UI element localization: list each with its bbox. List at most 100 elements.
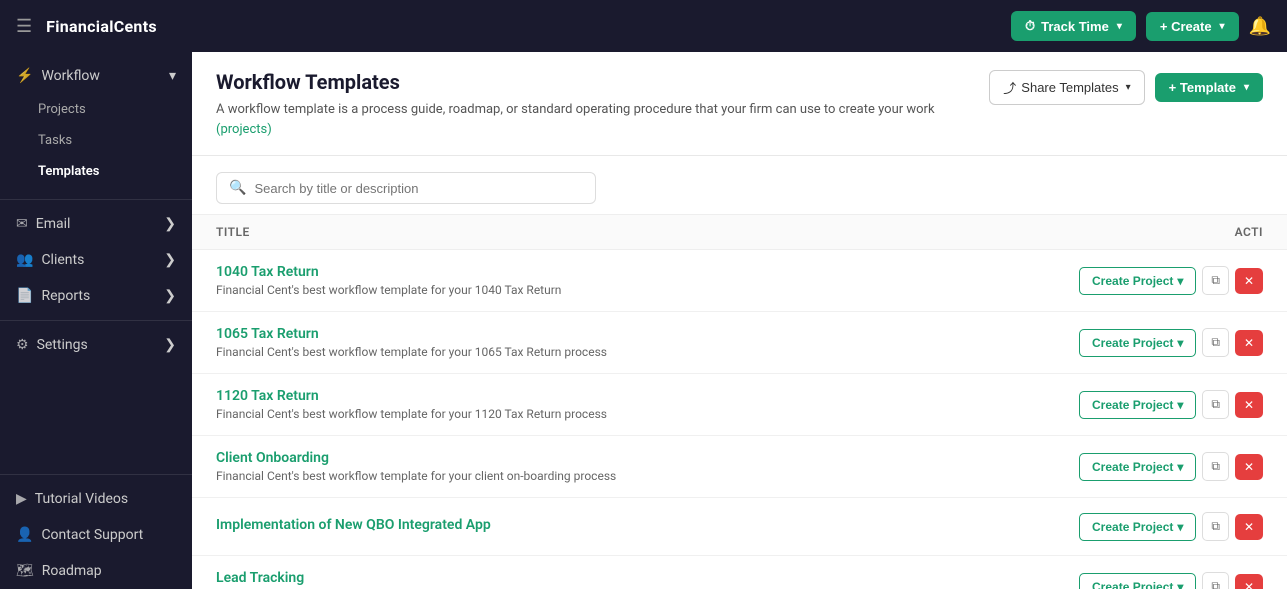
- share-chevron-icon: ▾: [1126, 82, 1131, 93]
- clock-icon: ⏱: [1025, 18, 1035, 34]
- table-header: TITLE ACTI: [192, 214, 1287, 250]
- notifications-icon[interactable]: 🔔: [1249, 16, 1271, 37]
- settings-icon: ⚙: [16, 337, 29, 353]
- sidebar-item-email[interactable]: ✉ Email ❯: [0, 206, 192, 242]
- workflow-chevron-icon: ▾: [169, 68, 176, 84]
- create-project-button-1[interactable]: Create Project ▾: [1079, 329, 1196, 357]
- copy-icon-1: ⧉: [1211, 335, 1220, 350]
- col-actions-label: ACTI: [1043, 225, 1263, 239]
- share-icon: ⤴: [1003, 78, 1016, 97]
- create-project-chevron-icon-0: ▾: [1177, 274, 1183, 288]
- template-title-0[interactable]: 1040 Tax Return: [216, 264, 1043, 280]
- create-project-chevron-icon-3: ▾: [1177, 460, 1183, 474]
- sidebar-item-templates[interactable]: Templates: [0, 156, 192, 187]
- row-info-3: Client Onboarding Financial Cent's best …: [216, 450, 1043, 483]
- row-actions-1: Create Project ▾ ⧉ ✕: [1043, 328, 1263, 357]
- table-body: 1040 Tax Return Financial Cent's best wo…: [192, 250, 1287, 589]
- main-header: Workflow Templates A workflow template i…: [192, 52, 1287, 156]
- email-icon: ✉: [16, 216, 28, 232]
- search-box: 🔍: [216, 172, 596, 204]
- topbar-actions: ⏱ Track Time ▾ + Create ▾ 🔔: [1011, 11, 1271, 41]
- table-row: Implementation of New QBO Integrated App…: [192, 498, 1287, 556]
- templates-table: TITLE ACTI 1040 Tax Return Financial Cen…: [192, 214, 1287, 589]
- sidebar-item-clients[interactable]: 👥 Clients ❯: [0, 242, 192, 278]
- delete-button-4[interactable]: ✕: [1235, 514, 1263, 540]
- delete-icon-2: ✕: [1244, 398, 1254, 412]
- create-project-button-2[interactable]: Create Project ▾: [1079, 391, 1196, 419]
- sidebar-item-tasks[interactable]: Tasks: [0, 125, 192, 156]
- copy-icon-4: ⧉: [1211, 519, 1220, 534]
- clients-icon: 👥: [16, 252, 33, 268]
- create-project-button-4[interactable]: Create Project ▾: [1079, 513, 1196, 541]
- share-templates-button[interactable]: ⤴ Share Templates ▾: [989, 70, 1144, 105]
- track-time-button[interactable]: ⏱ Track Time ▾: [1011, 11, 1136, 41]
- page-subtitle: A workflow template is a process guide, …: [216, 100, 966, 139]
- copy-button-4[interactable]: ⧉: [1202, 512, 1229, 541]
- create-project-button-0[interactable]: Create Project ▾: [1079, 267, 1196, 295]
- sidebar-item-roadmap[interactable]: 🗺 Roadmap: [0, 553, 192, 589]
- track-time-chevron-icon: ▾: [1117, 21, 1122, 32]
- copy-icon-5: ⧉: [1211, 579, 1220, 589]
- row-info-2: 1120 Tax Return Financial Cent's best wo…: [216, 388, 1043, 421]
- delete-icon-3: ✕: [1244, 460, 1254, 474]
- reports-chevron-icon: ❯: [164, 288, 176, 304]
- table-row: 1065 Tax Return Financial Cent's best wo…: [192, 312, 1287, 374]
- add-template-button[interactable]: + Template ▾: [1155, 73, 1263, 102]
- template-title-4[interactable]: Implementation of New QBO Integrated App: [216, 517, 1043, 533]
- create-project-label-5: Create Project: [1092, 580, 1173, 589]
- row-info-4: Implementation of New QBO Integrated App: [216, 517, 1043, 536]
- delete-icon-1: ✕: [1244, 336, 1254, 350]
- create-project-chevron-icon-5: ▾: [1177, 580, 1183, 589]
- main-content: Workflow Templates A workflow template i…: [192, 52, 1287, 589]
- app-logo: FinancialCents: [46, 17, 157, 36]
- delete-button-1[interactable]: ✕: [1235, 330, 1263, 356]
- delete-button-0[interactable]: ✕: [1235, 268, 1263, 294]
- hamburger-icon[interactable]: ☰: [16, 16, 32, 37]
- create-button[interactable]: + Create ▾: [1146, 12, 1239, 41]
- header-actions: ⤴ Share Templates ▾ + Template ▾: [989, 70, 1263, 105]
- page-title: Workflow Templates: [216, 70, 969, 94]
- copy-button-1[interactable]: ⧉: [1202, 328, 1229, 357]
- roadmap-icon: 🗺: [16, 563, 34, 579]
- sidebar-item-workflow[interactable]: ⚡ Workflow ▾: [0, 58, 192, 94]
- sidebar-item-projects[interactable]: Projects: [0, 94, 192, 125]
- col-title-label: TITLE: [216, 225, 1043, 239]
- copy-button-5[interactable]: ⧉: [1202, 572, 1229, 589]
- create-project-button-3[interactable]: Create Project ▾: [1079, 453, 1196, 481]
- copy-icon-2: ⧉: [1211, 397, 1220, 412]
- search-input[interactable]: [254, 181, 583, 196]
- row-actions-3: Create Project ▾ ⧉ ✕: [1043, 452, 1263, 481]
- row-info-0: 1040 Tax Return Financial Cent's best wo…: [216, 264, 1043, 297]
- table-row: 1120 Tax Return Financial Cent's best wo…: [192, 374, 1287, 436]
- create-project-label-1: Create Project: [1092, 336, 1173, 350]
- create-project-chevron-icon-1: ▾: [1177, 336, 1183, 350]
- copy-button-2[interactable]: ⧉: [1202, 390, 1229, 419]
- delete-button-3[interactable]: ✕: [1235, 454, 1263, 480]
- row-actions-4: Create Project ▾ ⧉ ✕: [1043, 512, 1263, 541]
- delete-icon-5: ✕: [1244, 580, 1254, 589]
- delete-button-2[interactable]: ✕: [1235, 392, 1263, 418]
- sidebar-item-support[interactable]: 👤 Contact Support: [0, 517, 192, 553]
- table-row: Client Onboarding Financial Cent's best …: [192, 436, 1287, 498]
- projects-link[interactable]: (projects): [216, 122, 272, 137]
- settings-chevron-icon: ❯: [164, 337, 176, 353]
- template-title-3[interactable]: Client Onboarding: [216, 450, 1043, 466]
- template-title-2[interactable]: 1120 Tax Return: [216, 388, 1043, 404]
- sidebar: ⚡ Workflow ▾ Projects Tasks Templates ✉ …: [0, 52, 192, 589]
- create-project-button-5[interactable]: Create Project ▾: [1079, 573, 1196, 589]
- copy-button-0[interactable]: ⧉: [1202, 266, 1229, 295]
- sidebar-item-tutorial[interactable]: ▶ Tutorial Videos: [0, 481, 192, 517]
- copy-button-3[interactable]: ⧉: [1202, 452, 1229, 481]
- sidebar-item-reports[interactable]: 📄 Reports ❯: [0, 278, 192, 314]
- sidebar-item-settings[interactable]: ⚙ Settings ❯: [0, 327, 192, 363]
- row-actions-5: Create Project ▾ ⧉ ✕: [1043, 572, 1263, 589]
- template-desc-2: Financial Cent's best workflow template …: [216, 407, 1043, 421]
- table-row: Lead Tracking An advanced workflow templ…: [192, 556, 1287, 589]
- search-container: 🔍: [192, 156, 1287, 214]
- template-title-5[interactable]: Lead Tracking: [216, 570, 1043, 586]
- template-desc-0: Financial Cent's best workflow template …: [216, 283, 1043, 297]
- create-project-label-4: Create Project: [1092, 520, 1173, 534]
- delete-button-5[interactable]: ✕: [1235, 574, 1263, 589]
- create-project-chevron-icon-4: ▾: [1177, 520, 1183, 534]
- template-title-1[interactable]: 1065 Tax Return: [216, 326, 1043, 342]
